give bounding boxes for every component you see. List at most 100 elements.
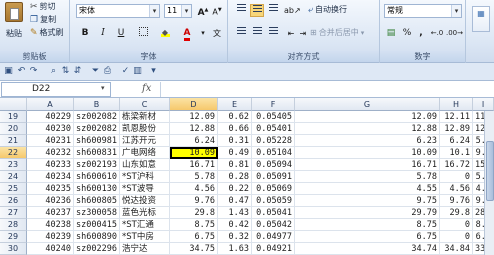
insert-function-icon[interactable]: fx (142, 83, 151, 94)
cell-c24[interactable]: *ST沪科 (120, 171, 170, 183)
format-painter-button[interactable]: ✎ 格式刷 (30, 27, 64, 38)
cell-h30[interactable]: 34.84 (440, 243, 473, 255)
cell-c21[interactable]: 江苏开元 (120, 135, 170, 147)
cell-e30[interactable]: 1.63 (218, 243, 252, 255)
row-header[interactable]: 20 (0, 123, 27, 135)
cell-e27[interactable]: 1.43 (218, 207, 252, 219)
cell-e19[interactable]: 0.62 (218, 111, 252, 123)
cell-h20[interactable]: 12.89 (440, 123, 473, 135)
font-name-select[interactable]: 宋体 ▾ (76, 4, 160, 18)
column-header-d[interactable]: D (170, 98, 218, 111)
cell-f27[interactable]: 0.05041 (252, 207, 295, 219)
cell-f30[interactable]: 0.04921 (252, 243, 295, 255)
cell-b19[interactable]: sz002082 (74, 111, 120, 123)
cell-c27[interactable]: 蓝色光标 (120, 207, 170, 219)
wrap-text-button[interactable]: ⤶ 自动换行 (308, 4, 347, 15)
number-format-select[interactable]: 常规 ▾ (384, 4, 462, 18)
cell-d19[interactable]: 12.09 (170, 111, 218, 123)
cell-a21[interactable]: 40231 (27, 135, 74, 147)
cell-d20[interactable]: 12.88 (170, 123, 218, 135)
name-box-dropdown-icon[interactable]: ▾ (101, 84, 105, 92)
cell-h28[interactable]: 0 (440, 219, 473, 231)
row-header[interactable]: 28 (0, 219, 27, 231)
cell-a22[interactable]: 40232 (27, 147, 74, 159)
cell-c22[interactable]: 广电网络 (120, 147, 170, 159)
column-header-e[interactable]: E (218, 98, 252, 111)
increase-decimal-button[interactable]: ←.0 (430, 27, 444, 40)
cell-a24[interactable]: 40234 (27, 171, 74, 183)
cell-a20[interactable]: 40230 (27, 123, 74, 135)
phonetic-button[interactable]: 文 (210, 27, 224, 40)
align-bottom-button[interactable] (266, 4, 280, 17)
currency-button[interactable]: ▤ (384, 27, 398, 40)
cell-d25[interactable]: 4.56 (170, 183, 218, 195)
cell-e28[interactable]: 0.42 (218, 219, 252, 231)
cell-f29[interactable]: 0.04977 (252, 231, 295, 243)
row-header[interactable]: 23 (0, 159, 27, 171)
print-icon[interactable]: ⎙ (102, 66, 113, 77)
cell-d23[interactable]: 16.71 (170, 159, 218, 171)
cell-d22[interactable]: 10.09 (170, 147, 218, 159)
cell-d27[interactable]: 29.8 (170, 207, 218, 219)
cell-e26[interactable]: 0.47 (218, 195, 252, 207)
column-header-a[interactable]: A (27, 98, 74, 111)
font-color-dropdown[interactable]: ▾ (196, 27, 210, 40)
cell-c30[interactable]: 浩宁达 (120, 243, 170, 255)
cell-h24[interactable]: 0 (440, 171, 473, 183)
row-header[interactable]: 24 (0, 171, 27, 183)
cell-f25[interactable]: 0.05069 (252, 183, 295, 195)
cell-f26[interactable]: 0.05059 (252, 195, 295, 207)
cell-b22[interactable]: sh600831 (74, 147, 120, 159)
cell-h27[interactable]: 29.8 (440, 207, 473, 219)
cell-c25[interactable]: *ST波导 (120, 183, 170, 195)
cell-e23[interactable]: 0.81 (218, 159, 252, 171)
cell-h21[interactable]: 6.24 (440, 135, 473, 147)
row-header[interactable]: 26 (0, 195, 27, 207)
cell-a26[interactable]: 40236 (27, 195, 74, 207)
row-header[interactable]: 30 (0, 243, 27, 255)
row-header[interactable]: 22 (0, 147, 27, 159)
cell-g25[interactable]: 4.55 (295, 183, 440, 195)
cell-e20[interactable]: 0.66 (218, 123, 252, 135)
cell-f21[interactable]: 0.05228 (252, 135, 295, 147)
sort-ascending-icon[interactable]: ⇅ (60, 66, 71, 77)
align-left-button[interactable] (234, 27, 248, 40)
column-header-c[interactable]: C (120, 98, 170, 111)
cell-e25[interactable]: 0.22 (218, 183, 252, 195)
cell-f28[interactable]: 0.05042 (252, 219, 295, 231)
vertical-scrollbar[interactable] (484, 111, 494, 255)
conditional-formatting-button[interactable]: ▦ (472, 6, 490, 32)
cell-b28[interactable]: sz000415 (74, 219, 120, 231)
percent-button[interactable]: % (400, 27, 414, 40)
cell-c28[interactable]: *ST汇通 (120, 219, 170, 231)
cell-b20[interactable]: sz002082 (74, 123, 120, 135)
undo-icon[interactable]: ↶ (16, 66, 27, 77)
increase-indent-button[interactable]: ⇥ (296, 27, 310, 40)
cell-b26[interactable]: sh600805 (74, 195, 120, 207)
cell-c26[interactable]: 悦达投资 (120, 195, 170, 207)
spelling-icon[interactable]: ✓ (120, 66, 131, 77)
scrollbar-thumb[interactable] (486, 141, 494, 201)
cell-a23[interactable]: 40233 (27, 159, 74, 171)
cell-f20[interactable]: 0.05401 (252, 123, 295, 135)
cell-f19[interactable]: 0.05405 (252, 111, 295, 123)
column-header-i[interactable]: I (473, 98, 494, 111)
cell-e24[interactable]: 0.28 (218, 171, 252, 183)
cell-e22[interactable]: 0.49 (218, 147, 252, 159)
cell-d29[interactable]: 6.75 (170, 231, 218, 243)
row-header[interactable]: 25 (0, 183, 27, 195)
cell-h25[interactable]: 4.56 (440, 183, 473, 195)
column-header-g[interactable]: G (295, 98, 440, 111)
cell-a30[interactable]: 40240 (27, 243, 74, 255)
cell-f22[interactable]: 0.05104 (252, 147, 295, 159)
underline-button[interactable]: U (114, 27, 128, 40)
cell-c19[interactable]: 栋梁新材 (120, 111, 170, 123)
row-header[interactable]: 19 (0, 111, 27, 123)
cell-e29[interactable]: 0.32 (218, 231, 252, 243)
fill-color-button[interactable]: ◆ (158, 27, 172, 40)
cell-g26[interactable]: 9.75 (295, 195, 440, 207)
align-right-button[interactable] (266, 27, 280, 40)
sort-descending-icon[interactable]: ⇵ (72, 66, 83, 77)
cell-c23[interactable]: 山东如意 (120, 159, 170, 171)
cell-h22[interactable]: 10.1 (440, 147, 473, 159)
